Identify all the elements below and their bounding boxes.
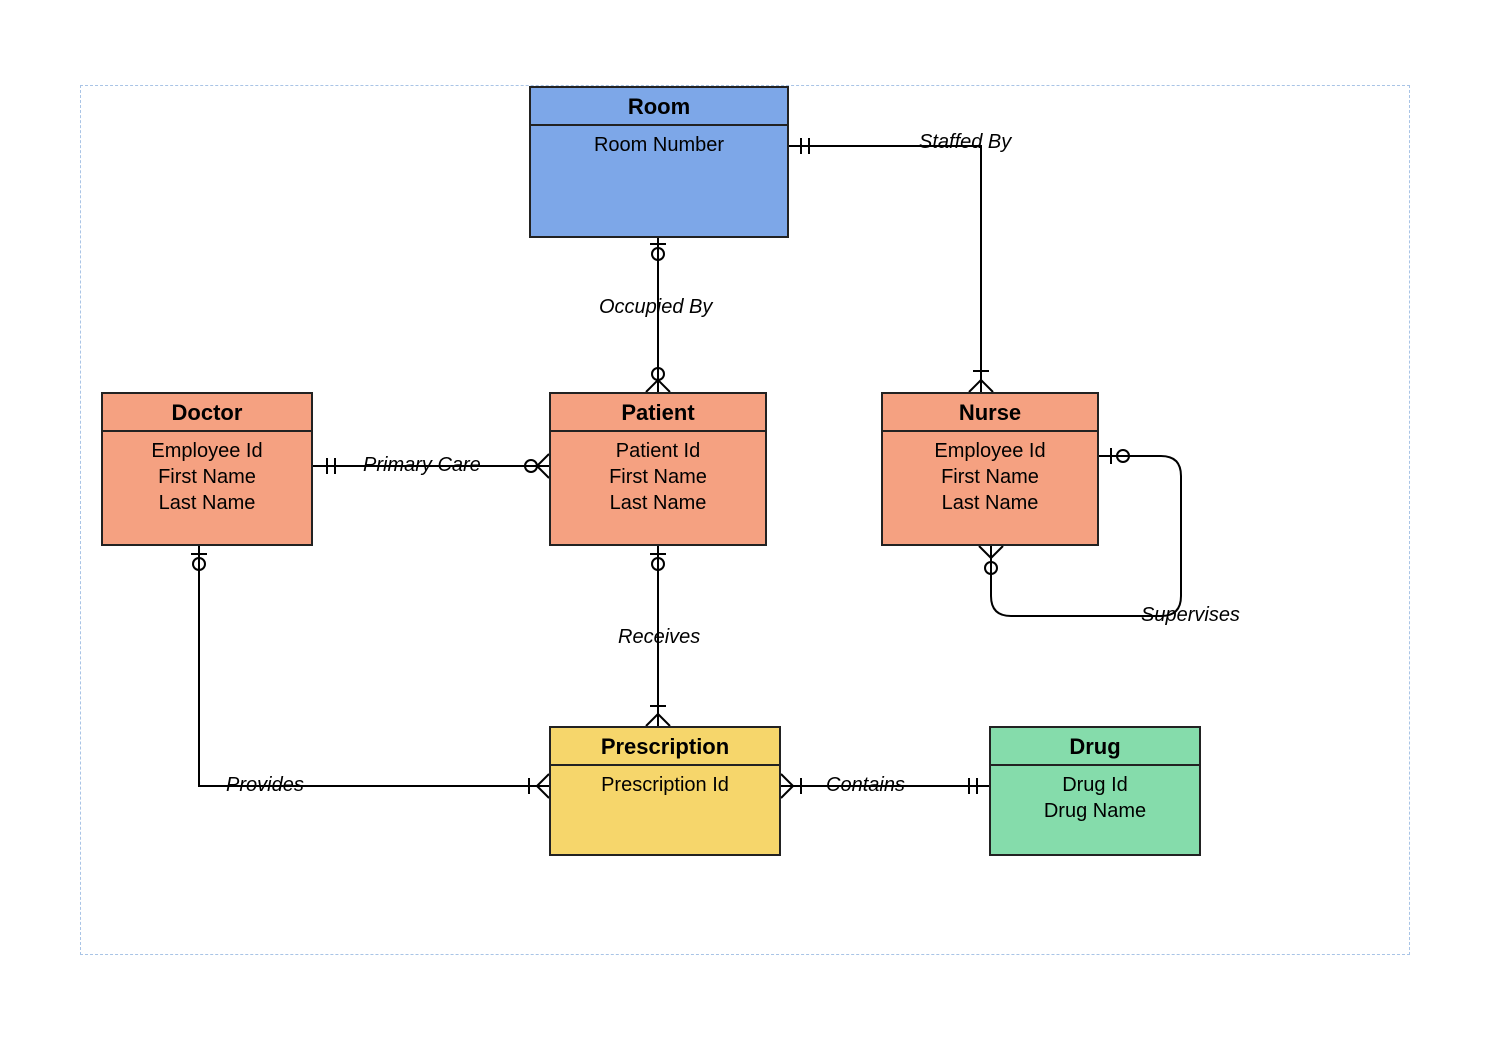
entity-room[interactable]: Room Room Number: [529, 86, 789, 238]
entity-title: Room: [531, 88, 787, 126]
entity-title: Doctor: [103, 394, 311, 432]
entity-attrs: Drug Id Drug Name: [991, 766, 1199, 830]
attr: Patient Id: [551, 438, 765, 464]
entity-attrs: Prescription Id: [551, 766, 779, 804]
diagram-canvas: Room Room Number Doctor Employee Id Firs…: [80, 85, 1410, 955]
attr: Employee Id: [103, 438, 311, 464]
entity-title: Nurse: [883, 394, 1097, 432]
attr: Last Name: [551, 490, 765, 516]
attr: First Name: [883, 464, 1097, 490]
entity-attrs: Employee Id First Name Last Name: [103, 432, 311, 522]
rel-primary-care: Primary Care: [363, 454, 481, 477]
attr: Last Name: [883, 490, 1097, 516]
rel-supervises: Supervises: [1141, 604, 1240, 627]
rel-contains: Contains: [826, 774, 905, 797]
entity-title: Prescription: [551, 728, 779, 766]
attr: Room Number: [531, 132, 787, 158]
entity-title: Drug: [991, 728, 1199, 766]
rel-provides: Provides: [226, 774, 304, 797]
entity-prescription[interactable]: Prescription Prescription Id: [549, 726, 781, 856]
attr: First Name: [551, 464, 765, 490]
attr: Prescription Id: [551, 772, 779, 798]
rel-occupied-by: Occupied By: [599, 296, 712, 319]
attr: First Name: [103, 464, 311, 490]
entity-nurse[interactable]: Nurse Employee Id First Name Last Name: [881, 392, 1099, 546]
rel-staffed-by: Staffed By: [919, 131, 1011, 154]
rel-receives: Receives: [618, 626, 700, 649]
attr: Drug Id: [991, 772, 1199, 798]
entity-title: Patient: [551, 394, 765, 432]
attr: Last Name: [103, 490, 311, 516]
entity-doctor[interactable]: Doctor Employee Id First Name Last Name: [101, 392, 313, 546]
entity-attrs: Room Number: [531, 126, 787, 164]
entity-drug[interactable]: Drug Drug Id Drug Name: [989, 726, 1201, 856]
attr: Drug Name: [991, 798, 1199, 824]
attr: Employee Id: [883, 438, 1097, 464]
entity-attrs: Employee Id First Name Last Name: [883, 432, 1097, 522]
entity-attrs: Patient Id First Name Last Name: [551, 432, 765, 522]
entity-patient[interactable]: Patient Patient Id First Name Last Name: [549, 392, 767, 546]
